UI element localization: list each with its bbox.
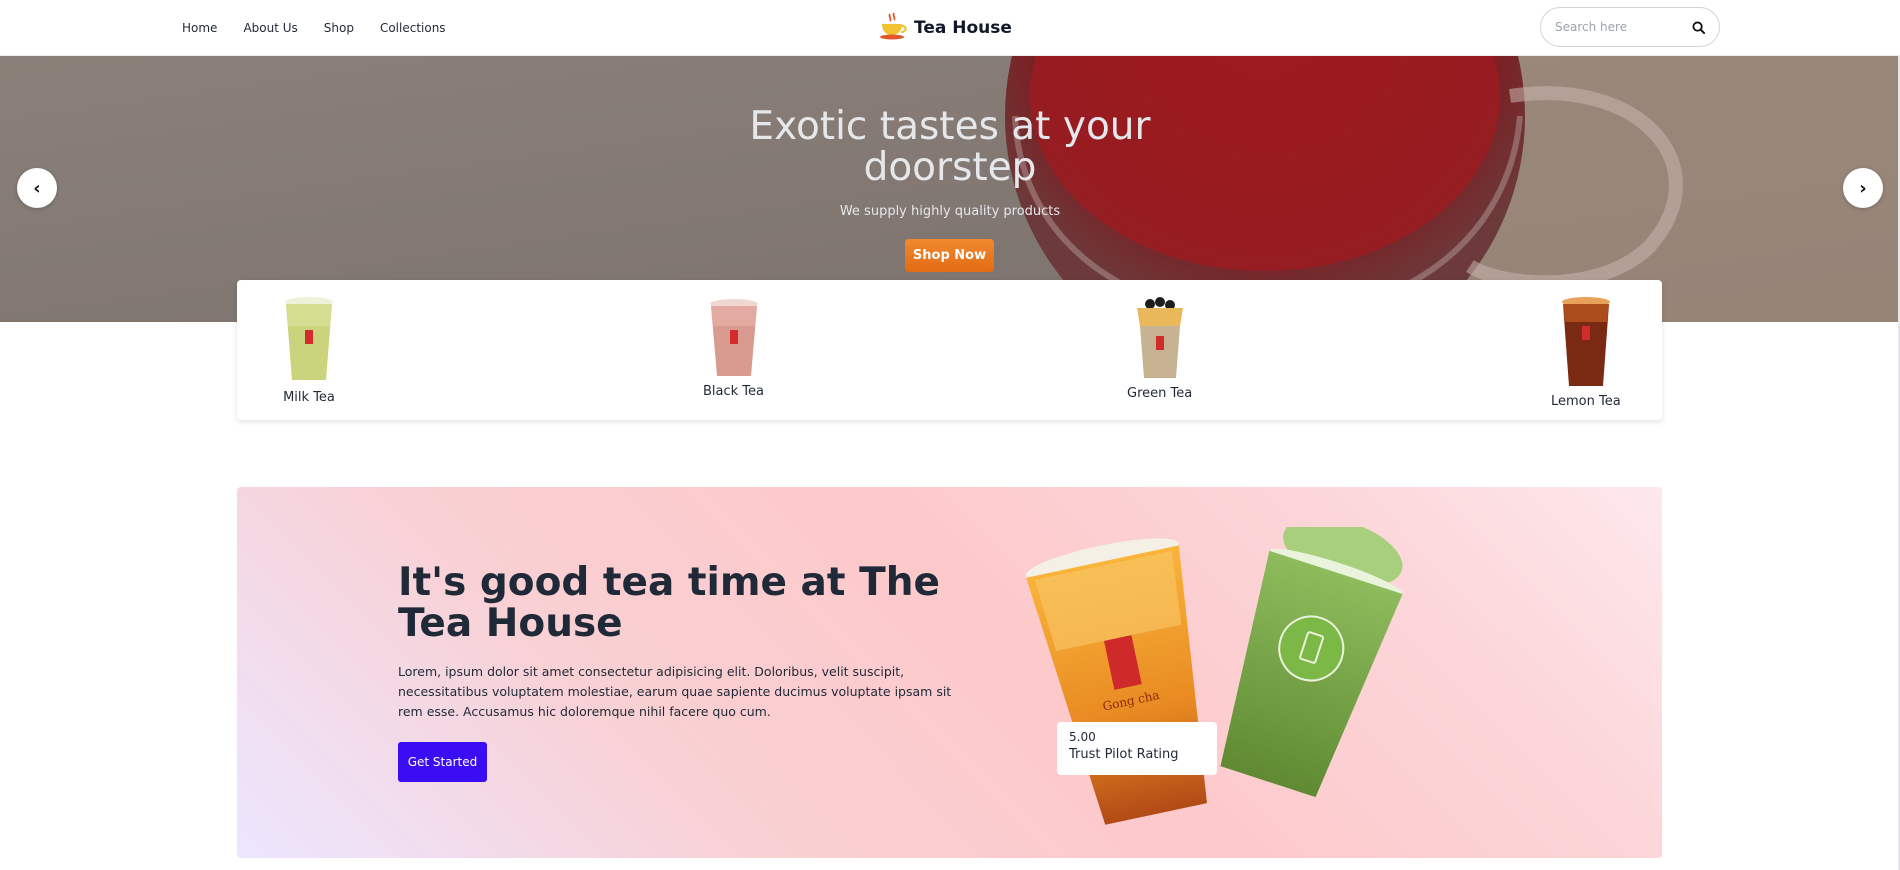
carousel-next-button[interactable]: ›	[1843, 168, 1883, 208]
teacup-logo-icon	[878, 11, 908, 45]
green-tea-cup-icon	[1134, 296, 1186, 384]
category-milk-tea[interactable]: Milk Tea	[283, 296, 335, 405]
tea-cups-image: Gong cha	[1025, 527, 1403, 825]
rating-card: 5.00 Trust Pilot Rating	[1057, 722, 1217, 775]
navbar: Home About Us Shop Collections Tea House	[0, 0, 1900, 56]
rating-label: Trust Pilot Rating	[1069, 747, 1179, 762]
search-box	[1540, 7, 1720, 47]
promo-text: Lorem, ipsum dolor sit amet consectetur …	[398, 664, 952, 719]
promo-title: It's good tea time at The Tea House	[398, 560, 940, 646]
category-label: Green Tea	[1127, 386, 1193, 401]
category-label: Milk Tea	[283, 390, 335, 405]
milk-tea-cup-icon	[283, 296, 335, 388]
category-lemon-tea[interactable]: Lemon Tea	[1551, 296, 1621, 409]
search-input[interactable]	[1555, 20, 1685, 34]
nav-links: Home About Us Shop Collections	[182, 0, 446, 56]
shop-now-button[interactable]: Shop Now	[905, 239, 994, 272]
get-started-button[interactable]: Get Started	[398, 742, 487, 782]
category-label: Black Tea	[703, 384, 765, 399]
nav-about-link[interactable]: About Us	[243, 21, 297, 35]
rating-value: 5.00	[1069, 730, 1096, 744]
category-green-tea[interactable]: Green Tea	[1127, 296, 1192, 401]
hero-subtitle: We supply highly quality products	[839, 204, 1061, 219]
nav-home-link[interactable]: Home	[182, 21, 217, 35]
category-strip: Milk Tea Black Tea Green Tea Lemon Tea	[237, 280, 1662, 420]
category-label: Lemon Tea	[1551, 394, 1621, 409]
carousel-prev-button[interactable]: ‹	[17, 168, 57, 208]
promo-section: It's good tea time at The Tea House Lore…	[237, 487, 1662, 858]
chevron-left-icon: ‹	[33, 177, 41, 199]
chevron-right-icon: ›	[1859, 177, 1867, 199]
nav-shop-link[interactable]: Shop	[324, 21, 354, 35]
lemon-tea-cup-icon	[1560, 296, 1612, 392]
category-black-tea[interactable]: Black Tea	[703, 298, 764, 399]
black-tea-cup-icon	[708, 298, 760, 382]
nav-collections-link[interactable]: Collections	[380, 21, 446, 35]
brand-logo[interactable]: Tea House	[878, 12, 1012, 44]
hero-title: Exotic tastes at your doorstep	[749, 104, 1151, 190]
search-icon[interactable]	[1689, 18, 1707, 36]
brand-name: Tea House	[914, 18, 1012, 38]
